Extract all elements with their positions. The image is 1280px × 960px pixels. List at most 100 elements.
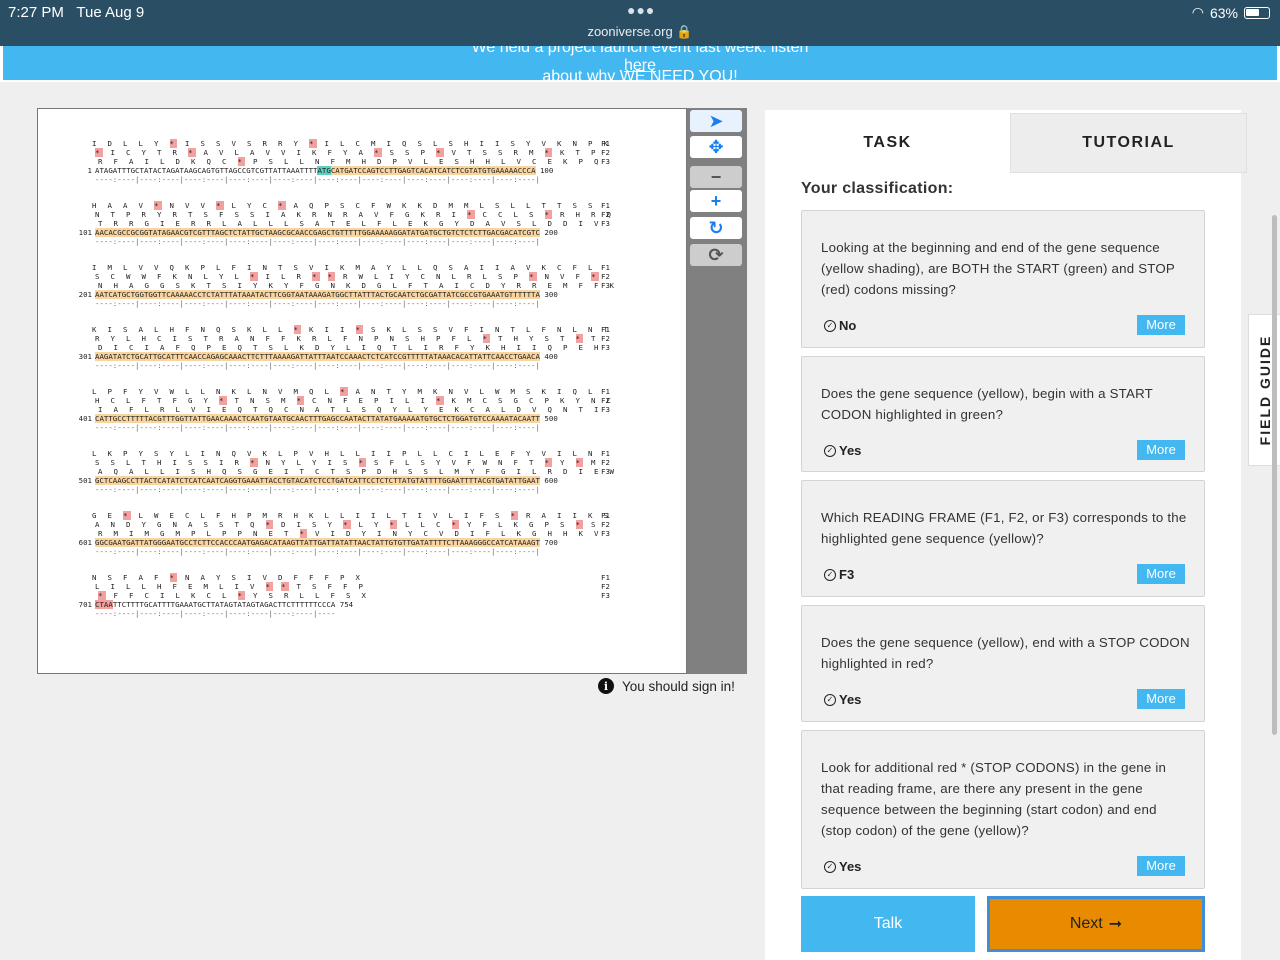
stop-codon-mark: * — [95, 148, 103, 157]
url-bar[interactable]: zooniverse.org 🔒 — [0, 24, 1280, 40]
zoom-in-icon[interactable]: + — [690, 190, 742, 212]
answer: ✓ Yes — [824, 443, 861, 458]
stop-codon-mark: * — [343, 520, 351, 529]
stop-codon-mark: * — [98, 591, 106, 600]
dna-sequence: GCTCAAGCCTTACTCATATCTCATCAATCAGGTGAAATTA… — [95, 476, 540, 485]
dna-line: 101 AACACGCCGCGGTATAGAACGTCGTTTAGCTCTATTG… — [76, 228, 617, 237]
frame-label: F1 — [601, 263, 610, 272]
amino-acid-line: I D L L Y * I S S V S R R Y * I L C M I … — [92, 139, 612, 148]
question-text: Which READING FRAME (F1, F2, or F3) corr… — [821, 510, 1187, 546]
more-button[interactable]: More — [1137, 440, 1185, 460]
amino-acid-line: A Q A L L I S H Q S G E I T C T S P D H … — [98, 467, 618, 476]
info-icon: i — [598, 678, 614, 694]
line-number: 301 — [78, 352, 92, 361]
line-end-number: 200 — [539, 228, 558, 237]
tab-tutorial[interactable]: TUTORIAL — [1010, 113, 1247, 173]
stop-codon-mark: * — [265, 582, 274, 591]
classification-panel: TASK TUTORIAL Your classification: Looki… — [765, 110, 1247, 960]
stop-codon-mark: * — [591, 272, 599, 281]
tab-task[interactable]: TASK — [765, 113, 1010, 173]
sequence-block: L K P Y S Y L I N Q V K L P V H L L I I … — [76, 449, 617, 494]
stop-codon-mark: * — [327, 272, 336, 281]
next-button[interactable]: Next ➞ — [987, 896, 1205, 952]
scrollbar[interactable] — [1272, 215, 1277, 735]
amino-acid-line: L P F Y V W L L N K L N V M Q L * A N T … — [92, 387, 610, 396]
stop-codon-mark: * — [169, 139, 178, 148]
amino-acid-line: N S F A F * N A Y S I V D F F F P X F1 — [92, 573, 610, 582]
talk-button[interactable]: Talk — [801, 896, 975, 952]
line-end-number: 400 — [539, 352, 558, 361]
signin-notice[interactable]: i You should sign in! — [598, 678, 735, 694]
stop-codon-mark: * — [188, 148, 196, 157]
dna-line: 301 AAGATATCTGCATTGCATTTCAACCAGAGCAAACTTC… — [76, 352, 617, 361]
frame-label: F3 — [601, 405, 610, 414]
wifi-icon: ◠ — [1191, 4, 1204, 20]
question-text: Looking at the beginning and end of the … — [821, 240, 1175, 297]
more-button[interactable]: More — [1137, 856, 1185, 876]
stop-codon-mark: * — [544, 210, 553, 219]
sequence-block: H A A V * N V V * L Y C * A Q P S C F W … — [76, 201, 617, 246]
arrow-right-icon: ➞ — [1108, 916, 1123, 933]
pointer-icon[interactable]: ➤ — [690, 110, 742, 132]
move-icon[interactable]: ✥ — [690, 136, 742, 158]
stop-codon-mark: * — [265, 520, 274, 529]
stop-codon-mark: * — [575, 334, 584, 343]
multitask-dots-icon[interactable]: ●●● — [627, 2, 655, 18]
check-icon: ✓ — [824, 444, 836, 457]
question-card: Looking at the beginning and end of the … — [801, 210, 1205, 348]
frame-label: F2 — [601, 520, 610, 529]
line-end-number: 300 — [539, 290, 558, 299]
reset-icon[interactable]: ⟳ — [690, 244, 742, 266]
stop-codon-mark: * — [358, 458, 367, 467]
amino-acid-line: R F A I L D K Q C * P S L L N F M H D P … — [98, 157, 610, 166]
stop-codon-mark: * — [575, 458, 584, 467]
stop-codon-mark: * — [169, 573, 178, 582]
dna-sequence: CATTGCCTTTTTACGTTTGGTTATTGAACAAACTCAATGT… — [95, 414, 540, 423]
status-time: 7:27 PM Tue Aug 9 — [8, 4, 145, 21]
answer: ✓ Yes — [824, 859, 861, 874]
question-text: Look for additional red * (STOP CODONS) … — [821, 760, 1167, 838]
amino-acid-line: D I C I A F Q P E Q T S L K D Y L I Q T … — [98, 343, 610, 352]
amino-acid-line: G E * L W E C L F H P M R H K L L I I L … — [92, 511, 612, 520]
stop-codon-mark: * — [250, 272, 258, 281]
dna-sequence: CATGATCCAGTCCTTGAGTCACATCATCTCGTATGTGAAA… — [330, 166, 536, 175]
answer: ✓ No — [824, 318, 856, 333]
line-end-number: 100 — [535, 166, 554, 175]
sequence-viewer[interactable]: I D L L Y * I S S V S R R Y * I L C M I … — [37, 108, 687, 674]
question-card: Does the gene sequence (yellow), end wit… — [801, 605, 1205, 722]
dna-sequence: GGCGAATGATTATGGGAATGCCTCTTCCACCCAATGAGAC… — [95, 538, 540, 547]
amino-acid-line: L I L L H F E M L I V * * T S F F P F2 — [95, 582, 610, 591]
stop-codon-mark: * — [575, 520, 584, 529]
frame-label: F2 — [601, 334, 610, 343]
dna-line: 501 GCTCAAGCCTTACTCATATCTCATCAATCAGGTGAAA… — [76, 476, 617, 485]
zoom-out-icon[interactable]: − — [690, 166, 742, 188]
more-button[interactable]: More — [1137, 564, 1185, 584]
sequence-ruler: ----:----|----:----|----:----|----:----|… — [95, 423, 540, 432]
dna-sequence: ATAGATTTGCTATACTAGATAAGCAGTGTTAGCCGTCGTT… — [95, 166, 318, 175]
frame-label: F2 — [601, 210, 610, 219]
answer: ✓ Yes — [824, 692, 861, 707]
more-button[interactable]: More — [1137, 689, 1185, 709]
rotate-icon[interactable]: ↻ — [690, 217, 742, 239]
amino-acid-line: * I C Y T R * A V L A V V I K F Y A * S … — [95, 148, 610, 157]
line-number: 1 — [87, 166, 92, 175]
stop-codon-mark: * — [340, 387, 348, 396]
more-button[interactable]: More — [1137, 315, 1185, 335]
frame-label: F2 — [601, 582, 610, 591]
check-icon: ✓ — [824, 319, 836, 332]
stop-codon-mark: * — [355, 325, 364, 334]
dna-sequence: TTCTTTTGCATTTTGAAATGCTTATAGTATAGTAGACTTC… — [112, 600, 336, 609]
question-text: Does the gene sequence (yellow), begin w… — [821, 386, 1153, 422]
check-icon: ✓ — [824, 693, 836, 706]
frame-label: F1 — [601, 325, 610, 334]
frame-label: F3 — [601, 467, 610, 476]
frame-label: F2 — [601, 396, 610, 405]
stop-codon-mark: * — [436, 148, 444, 157]
frame-label: F1 — [601, 449, 610, 458]
stop-codon-mark: * — [544, 148, 553, 157]
frame-label: F1 — [601, 139, 610, 148]
sequence-block: I M L V V Q K P L F I N T S V I K M A Y … — [76, 263, 617, 308]
stop-codon-mark: * — [436, 396, 444, 405]
frame-label: F3 — [601, 281, 610, 290]
classification-heading: Your classification: — [801, 180, 954, 197]
